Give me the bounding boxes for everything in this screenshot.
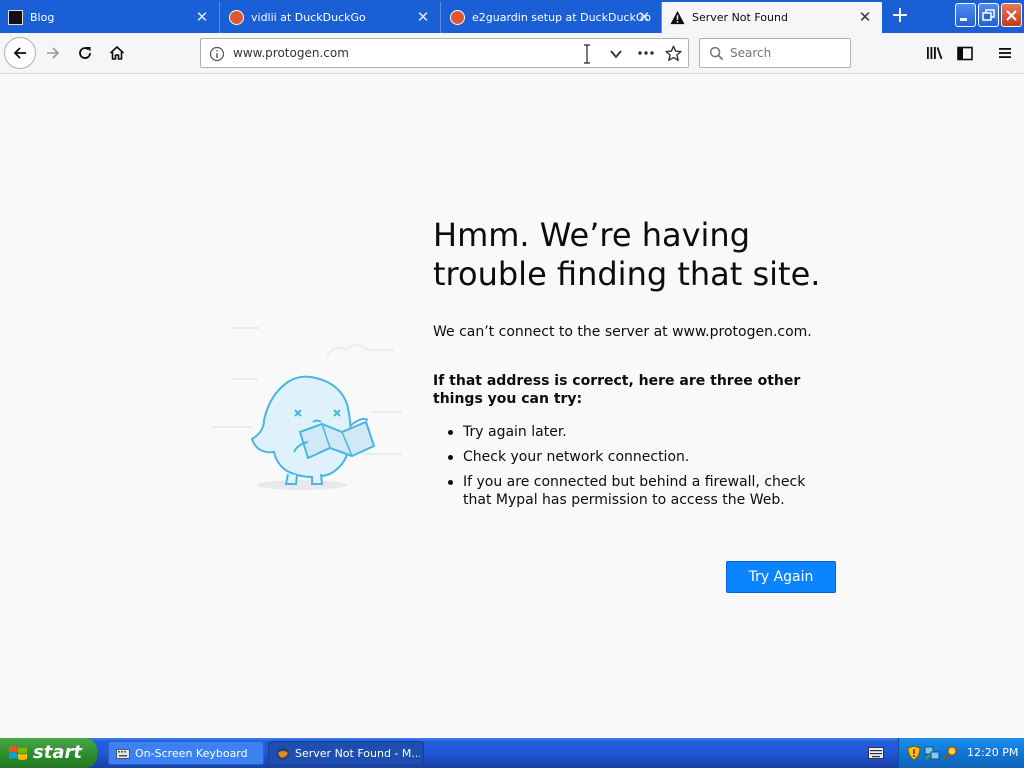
warning-icon [670, 10, 685, 25]
close-icon [1006, 10, 1017, 21]
forward-arrow-icon [47, 47, 60, 59]
forward-button[interactable] [38, 38, 68, 68]
site-info-icon[interactable] [209, 46, 225, 62]
network-icon[interactable] [924, 745, 940, 761]
duckduckgo-favicon-icon [229, 10, 244, 25]
chevron-down-icon[interactable] [609, 47, 623, 61]
page-actions-icon[interactable] [637, 46, 655, 60]
tab-server-not-found[interactable]: Server Not Found ✕ [662, 2, 882, 33]
back-arrow-icon [13, 47, 26, 59]
search-bar[interactable] [699, 38, 851, 68]
task-label: On-Screen Keyboard [135, 747, 248, 760]
search-icon [709, 46, 724, 61]
search-tray-icon[interactable] [943, 745, 959, 761]
tab-vidlii-search[interactable]: vidlii at DuckDuckGo ✕ [221, 2, 441, 33]
home-icon [109, 46, 125, 60]
error-description: We can’t connect to the server at www.pr… [433, 324, 812, 340]
tab-e2guardin-search[interactable]: e2guardin setup at DuckDuckGo ✕ [442, 2, 662, 33]
duckduckgo-favicon-icon [450, 10, 465, 25]
library-button[interactable] [920, 38, 950, 68]
tab-blog[interactable]: Blog ✕ [0, 2, 220, 33]
bookmark-star-icon[interactable] [665, 45, 682, 62]
new-tab-plus-icon[interactable]: + [888, 5, 912, 29]
suggestion-text: If you are connected but behind a firewa… [463, 474, 806, 508]
suggestion-text: Check your network connection. [463, 449, 690, 465]
reload-icon [79, 47, 91, 59]
hamburger-menu-button[interactable] [990, 38, 1020, 68]
start-label: start [33, 742, 82, 763]
url-text[interactable]: www.protogen.com [233, 46, 349, 60]
navigation-toolbar: www.protogen.com [0, 33, 1024, 74]
sidebar-toggle-button[interactable] [950, 38, 980, 68]
security-shield-icon[interactable] [907, 745, 921, 761]
taskbar-item-browser[interactable]: Server Not Found - M... [268, 741, 424, 765]
minimize-icon [960, 18, 967, 21]
try-again-button[interactable]: Try Again [726, 561, 836, 593]
close-tab-icon[interactable]: ✕ [193, 8, 211, 26]
restore-icon [982, 9, 995, 21]
tab-label: vidlii at DuckDuckGo [251, 11, 366, 24]
task-label: Server Not Found - M... [295, 747, 420, 760]
suggestion-text: Try again later. [463, 424, 567, 440]
windows-taskbar: start On-Screen Keyboard Server Not Foun… [0, 738, 1024, 768]
browser-app-icon [277, 748, 289, 760]
address-bar[interactable]: www.protogen.com [200, 38, 689, 68]
lost-creature-illustration [212, 327, 402, 490]
clock: 12:20 PM [967, 746, 1019, 759]
suggestions-list: Try again later. Check your network conn… [433, 423, 833, 516]
windows-logo-icon [9, 746, 27, 760]
library-icon [927, 47, 943, 60]
system-tray: 12:20 PM [898, 738, 1024, 768]
tab-label: e2guardin setup at DuckDuckGo [472, 11, 652, 24]
close-window-button[interactable] [1001, 3, 1022, 27]
keyboard-icon [116, 749, 130, 759]
close-tab-icon[interactable]: ✕ [414, 8, 432, 26]
text-cursor-icon [584, 44, 590, 64]
minimize-window-button[interactable] [955, 3, 976, 27]
page-title: Hmm. We’re having trouble finding that s… [433, 216, 821, 293]
error-page: Hmm. We’re having trouble finding that s… [0, 74, 1024, 738]
list-item: Try again later. [433, 423, 833, 441]
tab-label: Server Not Found [692, 11, 788, 24]
sidebar-icon [957, 46, 973, 60]
tab-strip: Blog ✕ vidlii at DuckDuckGo ✕ e2guardin … [0, 0, 1024, 33]
taskbar-item-on-screen-keyboard[interactable]: On-Screen Keyboard [108, 741, 264, 765]
reload-button[interactable] [70, 38, 100, 68]
blog-favicon-icon [8, 10, 23, 25]
input-language-icon[interactable] [868, 747, 884, 759]
suggestions-heading: If that address is correct, here are thr… [433, 373, 801, 407]
home-button[interactable] [102, 38, 132, 68]
tab-label: Blog [30, 11, 55, 24]
back-button[interactable] [4, 37, 36, 69]
restore-window-button[interactable] [978, 3, 999, 27]
start-button[interactable]: start [0, 738, 97, 768]
list-item: If you are connected but behind a firewa… [433, 473, 833, 509]
close-tab-icon[interactable]: ✕ [856, 8, 874, 26]
hamburger-menu-icon [999, 48, 1011, 58]
list-item: Check your network connection. [433, 448, 833, 466]
search-input[interactable] [730, 46, 845, 60]
close-tab-icon[interactable]: ✕ [635, 8, 653, 26]
